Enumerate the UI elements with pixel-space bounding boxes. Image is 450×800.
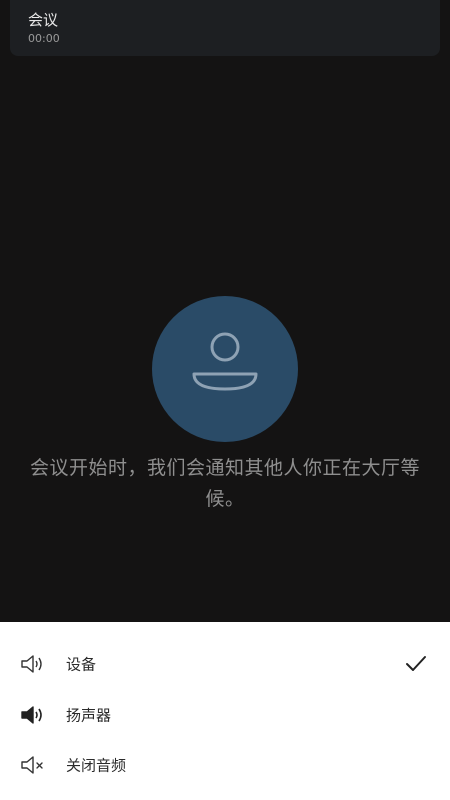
audio-option-label: 设备 [66,655,97,674]
meeting-lobby-screen: 会议 00:00 会议开始时，我们会通知其他人你正在大厅等候。 设备 扬声器 关… [0,0,450,800]
check-icon [406,656,426,671]
call-header[interactable]: 会议 00:00 [10,0,440,56]
audio-option-speaker[interactable]: 扬声器 [0,690,450,740]
call-timer: 00:00 [28,32,60,45]
audio-option-device[interactable]: 设备 [0,639,450,689]
speaker-filled-icon [21,706,42,724]
audio-options-sheet: 设备 扬声器 关闭音频 [0,622,450,800]
audio-option-label: 关闭音频 [66,756,127,775]
speaker-outline-icon [21,655,42,673]
person-icon [192,332,258,391]
lobby-waiting-message: 会议开始时，我们会通知其他人你正在大厅等候。 [29,457,420,510]
audio-option-mute[interactable]: 关闭音频 [0,740,450,790]
speaker-muted-icon [21,756,43,774]
meeting-title: 会议 [28,11,59,29]
audio-option-label: 扬声器 [66,706,112,725]
avatar [152,296,298,442]
